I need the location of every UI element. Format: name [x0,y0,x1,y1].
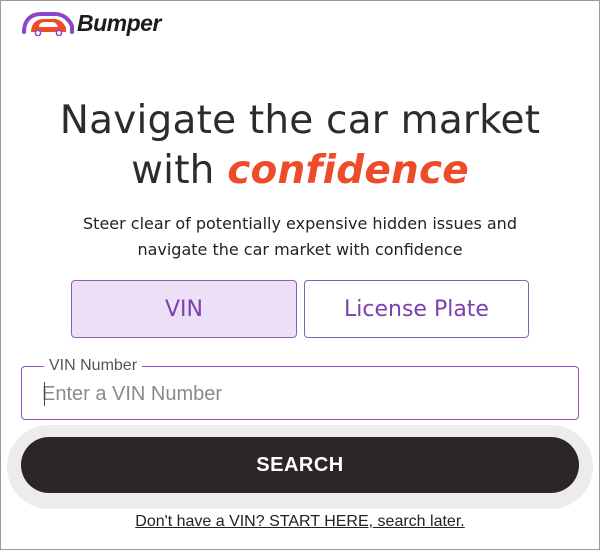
vin-field: VIN Number [21,357,579,420]
hero-subtitle: Steer clear of potentially expensive hid… [1,211,599,263]
text-caret [44,382,45,406]
header: Bumper [21,8,161,38]
car-icon [22,12,74,36]
search-button[interactable]: SEARCH [21,437,579,493]
vin-tab-label: VIN [165,296,203,322]
hero-title-prefix: with [131,148,228,193]
hero-title-line1: Navigate the car market [59,98,541,143]
hero-title-accent: confidence [227,148,469,193]
hero-subtitle-line1: Steer clear of potentially expensive hid… [83,214,517,233]
vin-input[interactable] [42,380,552,408]
vin-tab-button[interactable]: VIN [71,280,297,338]
license-plate-tab-label: License Plate [344,296,489,322]
logo-text[interactable]: Bumper [77,10,161,37]
vin-field-label: VIN Number [44,357,143,375]
no-vin-link[interactable]: Don't have a VIN? START HERE, search lat… [1,513,599,531]
page: Bumper Navigate the car market with conf… [0,0,600,550]
hero-title: Navigate the car market with confidence [1,96,599,196]
hero-subtitle-line2: navigate the car market with confidence [137,240,463,259]
license-plate-tab-button[interactable]: License Plate [304,280,529,338]
search-button-label: SEARCH [256,453,344,476]
